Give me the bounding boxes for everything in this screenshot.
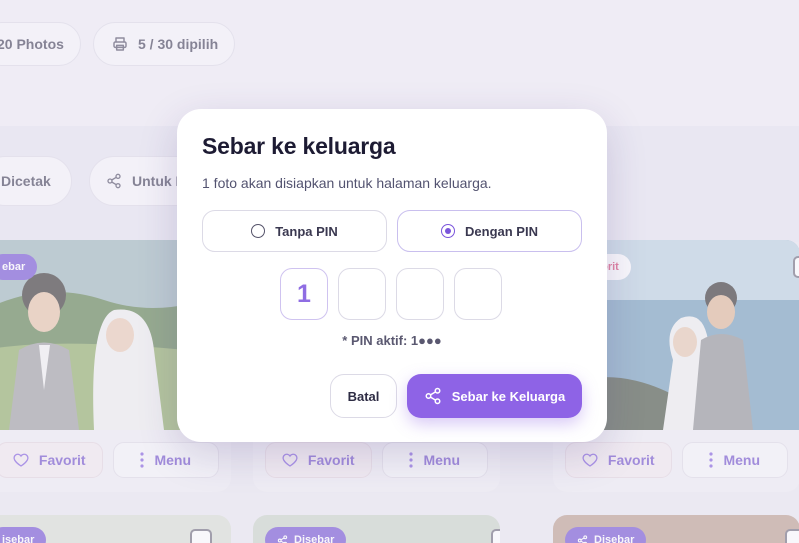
radio-with-pin[interactable] (441, 224, 456, 238)
dialog-title: Sebar ke keluarga (202, 133, 396, 159)
option-with-pin-label: Dengan PIN (465, 223, 538, 239)
pin-digit-1[interactable]: 1 (280, 268, 328, 320)
pin-status-note: * PIN aktif: 1●●● (342, 333, 442, 348)
share-to-family-button[interactable]: Sebar ke Keluarga (407, 374, 582, 418)
option-with-pin[interactable]: Dengan PIN (397, 210, 582, 252)
pin-input-group: 1 (280, 268, 502, 320)
share-icon (425, 387, 441, 405)
share-button-label: Sebar ke Keluarga (451, 388, 566, 404)
pin-digit-2[interactable] (338, 268, 386, 320)
dialog-subtitle: 1 foto akan disiapkan untuk halaman kelu… (202, 175, 492, 191)
pin-digit-4[interactable] (454, 268, 502, 320)
cancel-button[interactable]: Batal (330, 374, 397, 418)
option-no-pin-label: Tanpa PIN (275, 223, 338, 239)
radio-no-pin[interactable] (251, 224, 266, 238)
share-family-dialog: Sebar ke keluarga 1 foto akan disiapkan … (177, 109, 607, 442)
option-no-pin[interactable]: Tanpa PIN (202, 210, 387, 252)
pin-digit-3[interactable] (396, 268, 444, 320)
